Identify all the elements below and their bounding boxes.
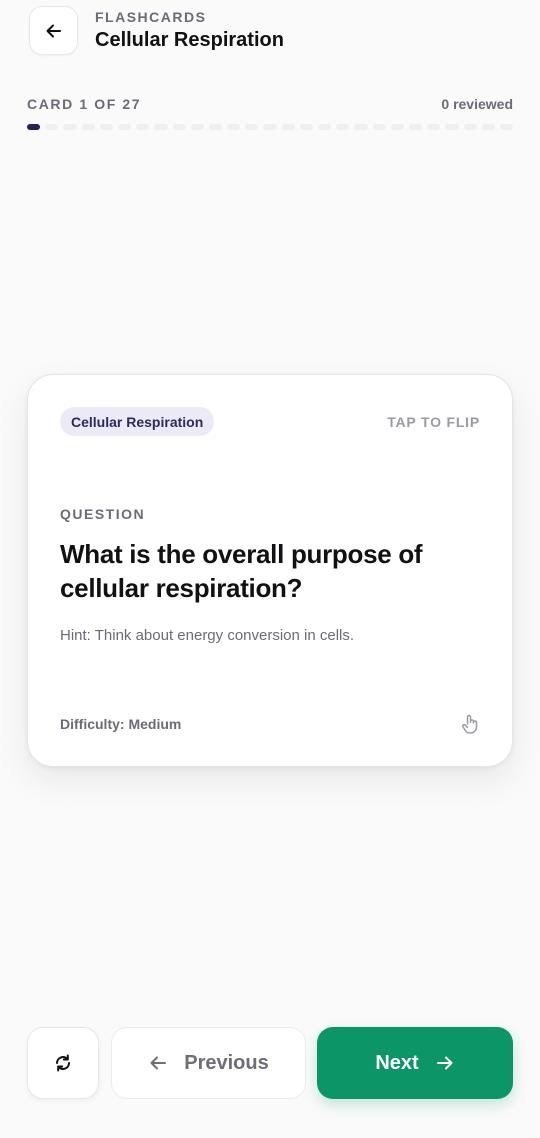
hint-text: Hint: Think about energy conversion in c… — [60, 627, 355, 644]
progress-segment — [154, 124, 168, 130]
progress-segment — [245, 124, 259, 130]
header-kicker: FLASHCARDS — [95, 9, 207, 25]
progress-bar — [27, 124, 514, 130]
tap-to-flip-label: TAP TO FLIP — [387, 414, 480, 430]
progress-segment — [208, 124, 223, 130]
arrow-left-icon — [150, 1056, 167, 1070]
progress-segment — [136, 124, 150, 130]
next-button[interactable]: Next — [317, 1027, 513, 1099]
progress-segment — [99, 124, 113, 130]
question-label: QUESTION — [60, 506, 146, 522]
reviewed-count: 0 reviewed — [441, 96, 513, 112]
progress-segment — [427, 124, 441, 130]
previous-button[interactable]: Previous — [111, 1027, 306, 1099]
progress-segment — [372, 124, 386, 130]
progress-segment — [63, 124, 77, 130]
progress-segment — [318, 124, 332, 130]
progress-segment — [227, 124, 241, 130]
shuffle-button[interactable] — [27, 1027, 99, 1099]
question-text: What is the overall purpose of cellular … — [60, 539, 423, 603]
progress-segment — [117, 124, 132, 130]
back-button[interactable] — [29, 6, 78, 55]
progress-segment — [481, 124, 495, 130]
page-title: Cellular Respiration — [95, 29, 284, 51]
progress-segment — [172, 124, 186, 130]
progress-segment — [390, 124, 404, 130]
progress-segment — [299, 124, 313, 130]
progress-segment — [281, 124, 295, 130]
card-counter: CARD 1 OF 27 — [27, 96, 142, 112]
next-label: Next — [375, 1051, 419, 1074]
progress-segment — [45, 124, 59, 130]
progress-segment — [499, 124, 514, 130]
previous-label: Previous — [184, 1051, 269, 1074]
progress-segment — [190, 124, 204, 130]
progress-segment — [408, 124, 423, 130]
progress-segment — [463, 124, 477, 130]
flashcard[interactable]: Cellular Respiration TAP TO FLIP QUESTIO… — [27, 374, 513, 767]
arrow-left-icon — [46, 24, 61, 37]
progress-segment — [354, 124, 368, 130]
flashcard-screen: FLASHCARDS Cellular Respiration CARD 1 O… — [0, 0, 540, 1138]
refresh-icon — [56, 1054, 70, 1072]
progress-segment — [336, 124, 350, 130]
progress-segment — [27, 124, 41, 130]
arrow-right-icon — [436, 1056, 453, 1070]
hand-pointer-icon — [462, 714, 478, 734]
progress-segment — [445, 124, 459, 130]
progress-segment — [263, 124, 277, 130]
topic-chip: Cellular Respiration — [60, 407, 215, 436]
progress-segment — [81, 124, 95, 130]
difficulty-label: Difficulty: Medium — [60, 716, 182, 732]
